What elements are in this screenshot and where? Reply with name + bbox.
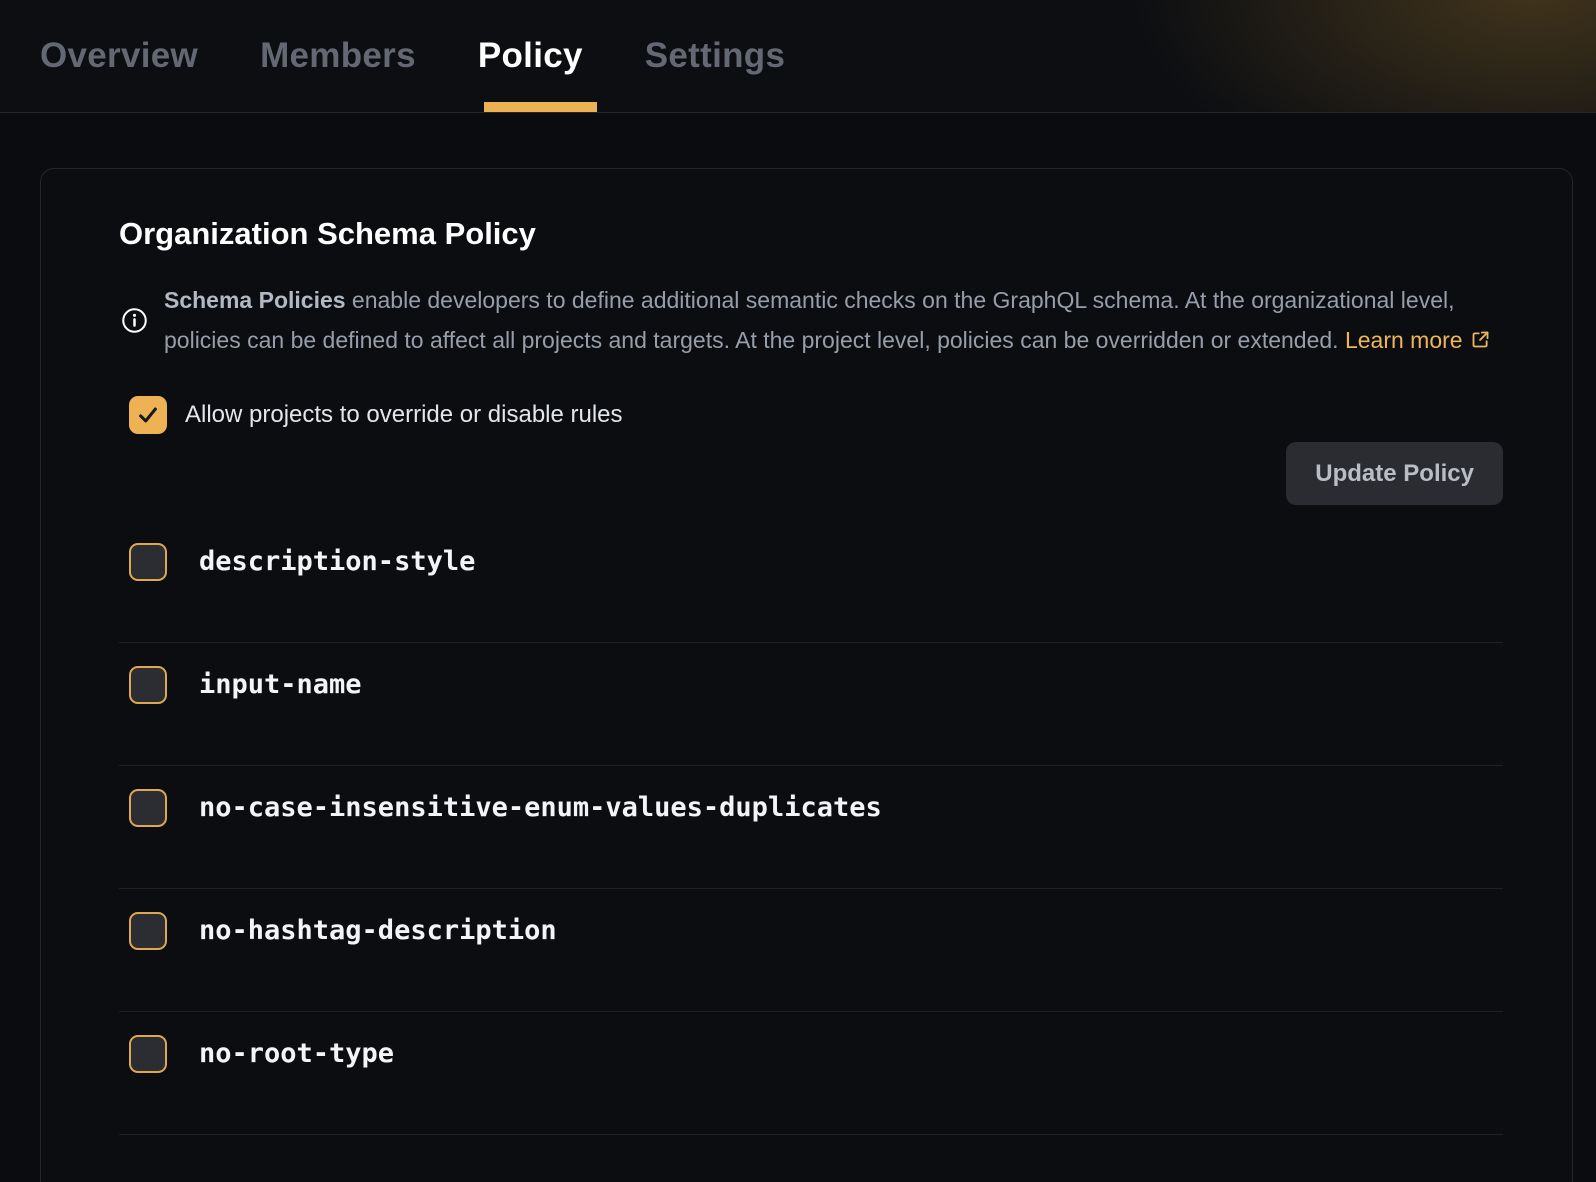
- rule-checkbox[interactable]: [129, 1035, 167, 1073]
- policy-description: Schema Policies enable developers to def…: [121, 281, 1503, 360]
- tab-header: Overview Members Policy Settings: [0, 0, 1596, 113]
- rule-row: no-root-type: [119, 1012, 1503, 1135]
- tab-label: Members: [260, 36, 416, 76]
- update-policy-button[interactable]: Update Policy: [1286, 442, 1503, 505]
- rule-name: no-case-insensitive-enum-values-duplicat…: [199, 789, 882, 827]
- rule-row: description-style: [119, 520, 1503, 643]
- policy-description-text: Schema Policies enable developers to def…: [164, 281, 1503, 360]
- rule-checkbox[interactable]: [129, 666, 167, 704]
- button-row: Update Policy: [119, 442, 1503, 505]
- rule-row: no-case-insensitive-enum-values-duplicat…: [119, 766, 1503, 889]
- check-icon: [137, 404, 159, 426]
- policy-description-lead: Schema Policies: [164, 287, 346, 313]
- allow-override-label: Allow projects to override or disable ru…: [185, 401, 623, 429]
- learn-more-label: Learn more: [1345, 327, 1463, 353]
- rule-name: description-style: [199, 543, 475, 581]
- tab-policy[interactable]: Policy: [478, 0, 583, 112]
- info-icon: [121, 307, 148, 334]
- tab-bar: Overview Members Policy Settings: [40, 0, 847, 112]
- policy-card: Organization Schema Policy Schema Polici…: [40, 168, 1573, 1182]
- allow-override-row: Allow projects to override or disable ru…: [129, 396, 1503, 434]
- rule-checkbox[interactable]: [129, 789, 167, 827]
- learn-more-link[interactable]: Learn more: [1345, 327, 1491, 353]
- rule-row: input-name: [119, 643, 1503, 766]
- policy-description-body: enable developers to define additional s…: [164, 287, 1455, 353]
- rule-name: no-root-type: [199, 1035, 394, 1073]
- tab-label: Overview: [40, 36, 198, 76]
- rule-checkbox[interactable]: [129, 912, 167, 950]
- tab-overview[interactable]: Overview: [40, 0, 198, 112]
- main-content: Organization Schema Policy Schema Polici…: [0, 168, 1596, 1182]
- rule-name: no-hashtag-description: [199, 912, 557, 950]
- rule-row: no-hashtag-description: [119, 889, 1503, 1012]
- external-link-icon: [1470, 329, 1491, 350]
- tab-label: Settings: [645, 36, 785, 76]
- page-title: Organization Schema Policy: [119, 215, 1503, 253]
- rules-list: description-style input-name no-case-ins…: [119, 520, 1503, 1135]
- tab-settings[interactable]: Settings: [645, 0, 785, 112]
- allow-override-checkbox[interactable]: [129, 396, 167, 434]
- tab-label: Policy: [478, 36, 583, 76]
- rule-checkbox[interactable]: [129, 543, 167, 581]
- tab-members[interactable]: Members: [260, 0, 416, 112]
- rule-name: input-name: [199, 666, 362, 704]
